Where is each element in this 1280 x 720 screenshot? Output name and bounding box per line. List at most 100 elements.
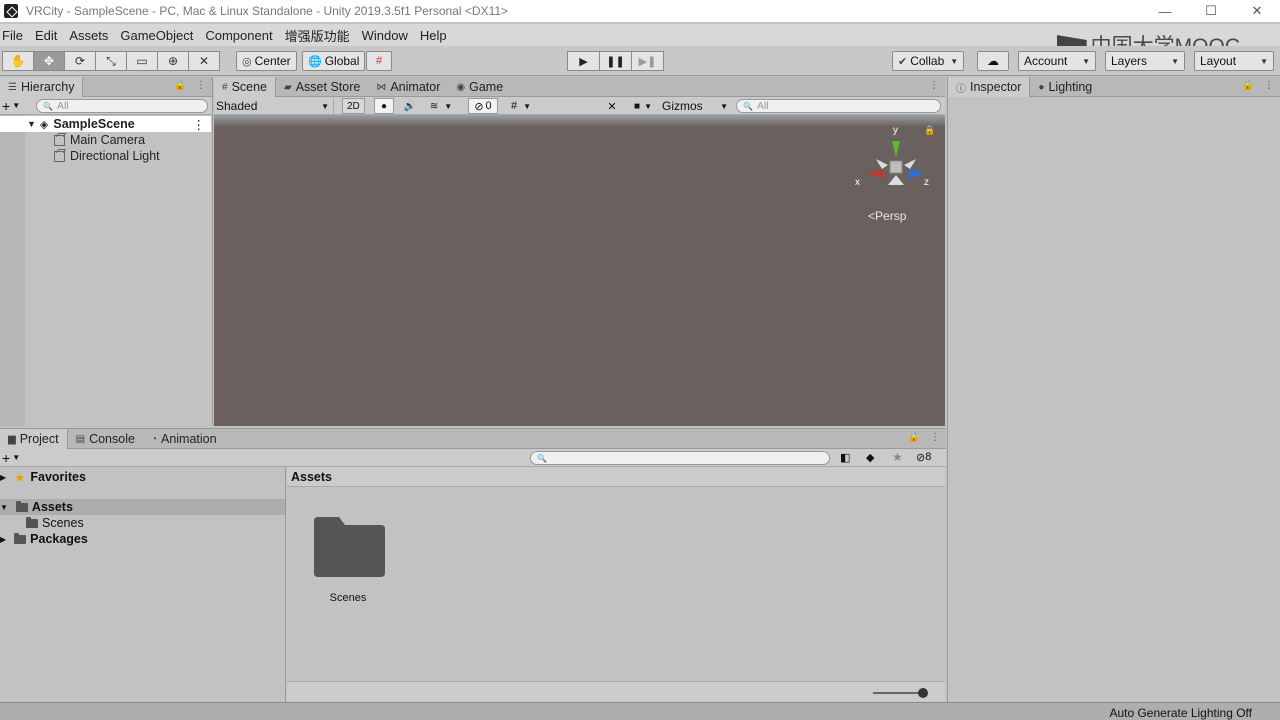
layers-dropdown[interactable]: Layers ▼ <box>1105 51 1185 71</box>
collab-dropdown[interactable]: ✔ Collab ▼ <box>892 51 965 71</box>
tab-inspector[interactable]: ⓘ Inspector <box>948 77 1031 97</box>
hand-tool-button[interactable]: ✋ <box>2 51 34 71</box>
neg-x-cone[interactable] <box>904 159 916 169</box>
gizmos-dropdown[interactable]: Gizmos ▼ <box>662 98 728 114</box>
neg-y-cone[interactable] <box>888 175 904 185</box>
asset-folder-scenes[interactable]: Scenes <box>311 515 385 611</box>
tab-project[interactable]: ▆ Project <box>0 429 68 449</box>
lightbulb-toggle-button[interactable]: ● <box>374 98 394 114</box>
expand-arrow-icon[interactable]: ▼ <box>27 119 36 129</box>
snap-button[interactable]: # <box>366 51 392 71</box>
tab-console[interactable]: ▤ Console <box>68 429 143 449</box>
scene-gizmo[interactable]: y x z <box>854 121 934 201</box>
auto-lighting-status[interactable]: Auto Generate Lighting Off <box>1109 706 1252 720</box>
2d-toggle-button[interactable]: 2D <box>342 98 365 114</box>
hierarchy-panel: ☰ Hierarchy 🔒 ⋮ + ▼ 🔍 All ▼ ◈ SampleScen… <box>0 77 213 426</box>
cloud-button[interactable]: ☁ <box>977 51 1009 71</box>
transform-tool-button[interactable]: ⊕ <box>157 51 189 71</box>
lock-icon[interactable]: 🔒 <box>908 432 920 443</box>
project-search-input[interactable]: 🔍 <box>530 451 830 465</box>
favorite-star-icon[interactable]: ★ <box>892 450 903 464</box>
hierarchy-search-input[interactable]: 🔍 All <box>36 99 208 113</box>
camera-dropdown[interactable]: ■ ▼ <box>628 98 658 114</box>
kebab-menu-icon[interactable]: ⋮ <box>930 432 940 443</box>
zoom-slider-thumb[interactable] <box>918 688 928 698</box>
step-button[interactable]: ▶❚ <box>631 51 664 71</box>
menu-component[interactable]: Component <box>199 28 278 43</box>
minimize-button[interactable]: — <box>1142 0 1188 22</box>
custom-tool-button[interactable]: ✕ <box>188 51 220 71</box>
tools-button[interactable]: ✕ <box>602 98 622 114</box>
create-button[interactable]: + <box>2 98 10 114</box>
tree-item-assets[interactable]: ▼ Assets <box>0 499 285 515</box>
expand-arrow-icon[interactable]: ▼ <box>0 503 8 512</box>
tab-animator[interactable]: ⋈ Animator <box>368 77 448 97</box>
menu-enhanced[interactable]: 增强版功能 <box>279 26 356 45</box>
filter-by-type-icon[interactable]: ◧ <box>840 451 850 464</box>
scene-search-input[interactable]: 🔍 All <box>736 99 941 113</box>
kebab-menu-icon[interactable]: ⋮ <box>1264 80 1274 91</box>
projection-toggle[interactable]: <Persp <box>868 209 906 223</box>
audio-toggle-button[interactable]: 🔊 <box>400 98 420 114</box>
window-title: VRCity - SampleScene - PC, Mac & Linux S… <box>26 4 509 18</box>
tab-hierarchy[interactable]: ☰ Hierarchy <box>0 77 84 97</box>
pause-button[interactable]: ❚❚ <box>599 51 632 71</box>
lock-icon[interactable]: 🔒 <box>1242 80 1254 91</box>
pivot-center-button[interactable]: ◎ Center <box>236 51 297 71</box>
kebab-menu-icon[interactable]: ⋮ <box>193 117 206 132</box>
tab-animation[interactable]: ◔ Animation <box>143 429 225 449</box>
project-footer <box>287 681 945 703</box>
tab-game[interactable]: ◉ Game <box>448 77 511 97</box>
z-axis-cone[interactable] <box>908 169 924 179</box>
tree-item-scenes[interactable]: Scenes <box>26 515 84 531</box>
kebab-menu-icon[interactable]: ⋮ <box>196 80 206 91</box>
hidden-objects-toggle[interactable]: ⊘ 0 <box>468 98 498 114</box>
x-axis-cone[interactable] <box>868 169 884 179</box>
chevron-down-icon[interactable]: ▼ <box>12 453 20 462</box>
hidden-packages-toggle[interactable]: ⊘ 8 <box>916 451 931 464</box>
tree-item-packages[interactable]: ▶ Packages <box>0 531 88 547</box>
account-dropdown[interactable]: Account ▼ <box>1018 51 1096 71</box>
project-content: Assets Scenes <box>287 467 945 703</box>
menu-gameobject[interactable]: GameObject <box>114 28 199 43</box>
expand-arrow-icon[interactable]: ▶ <box>0 473 6 482</box>
expand-arrow-icon[interactable]: ▶ <box>0 535 6 544</box>
gizmo-lock-icon[interactable]: 🔒 <box>924 125 935 136</box>
breadcrumb-assets[interactable]: Assets <box>291 470 332 484</box>
lock-icon[interactable]: 🔒 <box>174 80 186 91</box>
scene-viewport[interactable]: y x z 🔒 <Persp <box>214 115 945 426</box>
kebab-menu-icon[interactable]: ⋮ <box>929 80 939 91</box>
hierarchy-item-main-camera[interactable]: Main Camera <box>54 132 145 148</box>
hierarchy-item-directional-light[interactable]: Directional Light <box>54 148 160 164</box>
tab-lighting[interactable]: ● Lighting <box>1030 77 1100 97</box>
maximize-button[interactable]: ☐ <box>1188 0 1234 22</box>
close-button[interactable]: ✕ <box>1234 0 1280 22</box>
gizmo-center-cube[interactable] <box>889 160 903 174</box>
create-button[interactable]: + <box>2 450 10 466</box>
filter-by-label-icon[interactable]: ◆ <box>866 451 874 464</box>
neg-z-cone[interactable] <box>876 159 888 169</box>
tab-scene[interactable]: # Scene <box>214 77 277 97</box>
menu-assets[interactable]: Assets <box>63 28 114 43</box>
menu-edit[interactable]: Edit <box>29 28 63 43</box>
y-axis-cone[interactable] <box>892 141 900 157</box>
scale-tool-button[interactable]: ⤡ <box>95 51 127 71</box>
shading-mode-dropdown[interactable]: Shaded ▼ <box>216 98 334 114</box>
hierarchy-scene-row[interactable]: ▼ ◈ SampleScene ⋮ <box>0 116 211 132</box>
zoom-slider-track[interactable] <box>873 692 923 694</box>
tree-item-favorites[interactable]: ▶ ★ Favorites <box>0 469 86 485</box>
layout-dropdown[interactable]: Layout ▼ <box>1194 51 1274 71</box>
hidden-packages-count: 8 <box>925 451 932 463</box>
move-tool-button[interactable]: ✥ <box>33 51 65 71</box>
menu-window[interactable]: Window <box>356 28 414 43</box>
play-button[interactable]: ▶ <box>567 51 600 71</box>
chevron-down-icon[interactable]: ▼ <box>12 101 20 110</box>
effects-dropdown[interactable]: ≋ ▼ <box>424 98 458 114</box>
menu-help[interactable]: Help <box>414 28 453 43</box>
pivot-global-button[interactable]: 🌐 Global <box>302 51 366 71</box>
tab-asset-store[interactable]: ▰ Asset Store <box>276 77 368 97</box>
rect-tool-button[interactable]: ▭ <box>126 51 158 71</box>
grid-dropdown[interactable]: # ▼ <box>504 98 538 114</box>
menu-file[interactable]: File <box>0 28 29 43</box>
rotate-tool-button[interactable]: ⟳ <box>64 51 96 71</box>
